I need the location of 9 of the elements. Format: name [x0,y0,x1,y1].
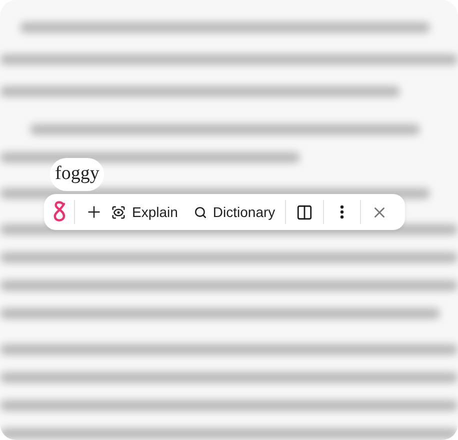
logo-icon [52,201,68,223]
plus-icon [85,203,103,221]
search-icon [194,206,207,218]
selected-word: foggy [55,163,100,184]
scan-eye-icon [111,204,126,220]
more-icon [340,205,344,219]
dictionary-button[interactable]: Dictionary [190,198,280,226]
explain-button[interactable]: Explain [107,198,182,226]
side-panel-icon [296,204,314,220]
